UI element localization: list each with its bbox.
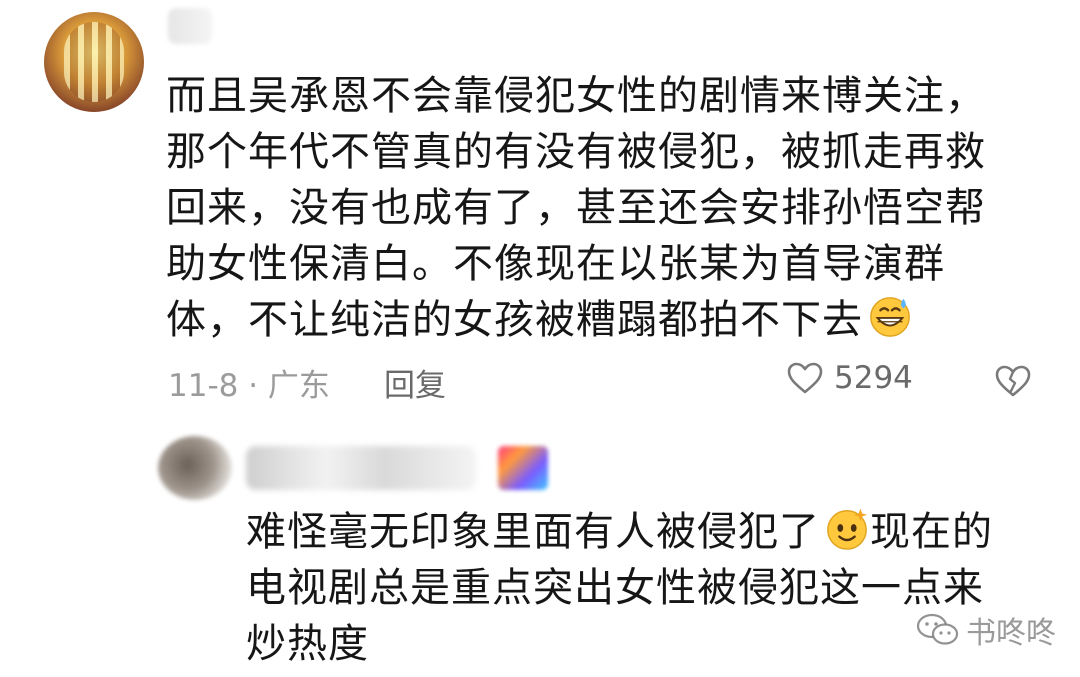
comment-line: 而且吴承恩不会靠侵犯女性的剧情来博关注， <box>166 73 986 119</box>
like-count: 5294 <box>834 360 913 396</box>
heart-icon <box>787 362 823 394</box>
watermark-text: 书咚咚 <box>966 616 1056 651</box>
dizzy-smile-face-icon <box>827 508 868 550</box>
comment-line: 体，不让纯洁的女孩被糟蹋都拍不下去 <box>166 297 863 343</box>
comment-line: 回来，没有也成有了，甚至还会安排孙悟空帮 <box>166 185 986 231</box>
comment-line: 助女性保清白。不像现在以张某为首导演群 <box>166 241 945 287</box>
reply-line: 电视剧总是重点突出女性被侵犯这一点来 <box>246 565 984 611</box>
comment-text: 而且吴承恩不会靠侵犯女性的剧情来博关注， 那个年代不管真的有没有被侵犯，被抓走再… <box>166 68 1026 348</box>
reply-line: 难怪毫无印象里面有人被侵犯了 <box>246 509 820 555</box>
reply-badge-blurred <box>498 446 548 490</box>
reply-username-blurred[interactable] <box>246 446 476 490</box>
wechat-icon <box>916 613 959 645</box>
reply-line: 现在的 <box>870 509 993 555</box>
grinning-sweat-face-icon <box>870 297 910 337</box>
comment-line: 那个年代不管真的有没有被侵犯，被抓走再救 <box>166 129 986 175</box>
reply-button[interactable]: 回复 <box>384 360 446 405</box>
avatar[interactable] <box>44 12 144 112</box>
broken-heart-icon[interactable] <box>994 364 1032 398</box>
watermark: 书咚咚 <box>916 608 1056 652</box>
reply-line: 炒热度 <box>246 621 369 667</box>
date-location: 11-8 · 广东 <box>168 368 330 404</box>
reply-avatar[interactable] <box>158 436 232 500</box>
reply-text: 难怪毫无印象里面有人被侵犯了 现在的电视剧总是重点突出女性被侵犯这一点来 炒热度 <box>246 504 1026 672</box>
username-blurred[interactable] <box>168 8 212 44</box>
like-button[interactable]: 5294 <box>786 360 913 396</box>
